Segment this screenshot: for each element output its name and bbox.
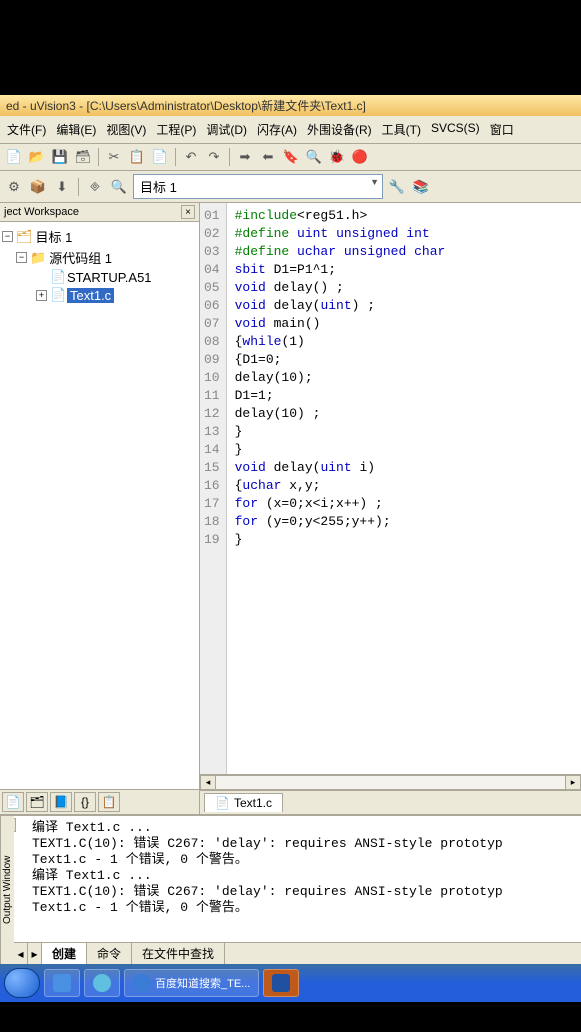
copy-icon[interactable]: 📋 [127, 147, 147, 167]
taskbar-item-ie[interactable]: 百度知道搜索_TE... [124, 969, 259, 997]
project-workspace-panel: ject Workspace × − 🗂 目标 1 − 📁 源代码组 1 📄 S… [0, 203, 200, 814]
build-icon[interactable]: ⚙ [4, 177, 24, 197]
target-select[interactable]: 目标 1 [133, 174, 383, 199]
c-file-icon: 📄 [50, 287, 64, 303]
menu-edit[interactable]: 编辑(E) [53, 119, 99, 140]
workspace-tab-bar: 📄 🗂 📘 {} 📋 [0, 789, 199, 814]
scroll-track[interactable] [216, 775, 565, 790]
editor-tab-bar: 📄 Text1.c [200, 790, 581, 814]
options-icon[interactable]: 🔧 [387, 177, 407, 197]
file-tab-label: Text1.c [234, 796, 272, 810]
func-tab-icon[interactable]: {} [74, 792, 96, 812]
photo-black-top [0, 0, 581, 95]
save-all-icon[interactable]: 🗃 [73, 147, 93, 167]
cut-icon[interactable]: ✂ [104, 147, 124, 167]
output-tab-bar: ◂ ▸ 创建 命令 在文件中查找 [14, 942, 581, 964]
workspace-title: ject Workspace [4, 206, 79, 218]
taskbar-item-label: 百度知道搜索_TE... [155, 975, 250, 991]
templ-tab-icon[interactable]: 📋 [98, 792, 120, 812]
tree-target-node[interactable]: − 🗂 目标 1 [2, 226, 197, 247]
output-text[interactable]: 编译 Text1.c ... TEXT1.C(10): 错误 C267: 'de… [14, 816, 581, 942]
taskbar-item-uvision[interactable] [263, 969, 299, 997]
tree-file-label: STARTUP.A51 [67, 270, 152, 285]
collapse-icon[interactable]: − [16, 252, 27, 263]
indent-icon[interactable]: ➡ [235, 147, 255, 167]
app-icon [53, 974, 71, 992]
bookmark-icon[interactable]: 🔖 [281, 147, 301, 167]
output-tab-scroll-right-icon[interactable]: ▸ [28, 943, 42, 964]
workspace-close-icon[interactable]: × [181, 205, 195, 219]
menu-tools[interactable]: 工具(T) [379, 119, 424, 140]
paste-icon[interactable]: 📄 [150, 147, 170, 167]
editor-horizontal-scrollbar[interactable]: ◂ ▸ [200, 774, 581, 790]
folder-icon: 📁 [30, 250, 46, 266]
debug-icon[interactable]: 🐞 [327, 147, 347, 167]
separator [78, 178, 79, 196]
windows-taskbar: 百度知道搜索_TE... [0, 964, 581, 1002]
save-icon[interactable]: 💾 [50, 147, 70, 167]
menu-debug[interactable]: 调试(D) [203, 119, 250, 140]
output-panel-label: Output Window [0, 816, 14, 964]
tree-group-node[interactable]: − 📁 源代码组 1 [2, 247, 197, 268]
scroll-left-icon[interactable]: ◂ [200, 775, 216, 790]
open-file-icon[interactable]: 📂 [27, 147, 47, 167]
output-tab-scroll-left-icon[interactable]: ◂ [14, 943, 28, 964]
project-tree[interactable]: − 🗂 目标 1 − 📁 源代码组 1 📄 STARTUP.A51 + 📄 Te… [0, 222, 199, 789]
menu-flash[interactable]: 闪存(A) [254, 119, 300, 140]
menu-file[interactable]: 文件(F) [4, 119, 49, 140]
app-icon [93, 974, 111, 992]
editor-file-tab[interactable]: 📄 Text1.c [204, 793, 283, 812]
separator [175, 148, 176, 166]
menu-view[interactable]: 视图(V) [103, 119, 149, 140]
tree-file-node[interactable]: 📄 STARTUP.A51 [2, 268, 197, 286]
ie-icon [133, 974, 151, 992]
stop-build-icon[interactable]: ⬇ [52, 177, 72, 197]
output-tab-find[interactable]: 在文件中查找 [132, 943, 225, 964]
target-icon: 🗂 [16, 229, 33, 245]
rebuild-icon[interactable]: 📦 [28, 177, 48, 197]
tree-file-label-selected: Text1.c [67, 288, 114, 303]
collapse-icon[interactable]: − [2, 231, 13, 242]
menu-bar: 文件(F) 编辑(E) 视图(V) 工程(P) 调试(D) 闪存(A) 外围设备… [0, 116, 581, 144]
expand-icon[interactable]: + [36, 290, 47, 301]
new-file-icon[interactable]: 📄 [4, 147, 24, 167]
output-tab-build[interactable]: 创建 [42, 943, 87, 964]
menu-project[interactable]: 工程(P) [153, 119, 199, 140]
outdent-icon[interactable]: ⬅ [258, 147, 278, 167]
tree-target-label: 目标 1 [36, 227, 73, 246]
files-tab-icon[interactable]: 📄 [2, 792, 24, 812]
menu-peripherals[interactable]: 外围设备(R) [304, 119, 375, 140]
manage-icon[interactable]: 📚 [411, 177, 431, 197]
menu-window[interactable]: 窗口 [487, 119, 517, 140]
menu-svcs[interactable]: SVCS(S) [428, 119, 483, 140]
file-tab-icon: 📄 [215, 796, 230, 810]
tree-file-node[interactable]: + 📄 Text1.c [2, 286, 197, 304]
taskbar-item[interactable] [84, 969, 120, 997]
taskbar-item[interactable] [44, 969, 80, 997]
regs-tab-icon[interactable]: 🗂 [26, 792, 48, 812]
download-icon[interactable]: 🞜 [85, 177, 105, 197]
undo-icon[interactable]: ↶ [181, 147, 201, 167]
breakpoint-icon[interactable]: 🔴 [350, 147, 370, 167]
target-options-icon[interactable]: 🔍 [109, 177, 129, 197]
photo-black-bottom [0, 1002, 581, 1032]
books-tab-icon[interactable]: 📘 [50, 792, 72, 812]
redo-icon[interactable]: ↷ [204, 147, 224, 167]
code-editor[interactable]: 01020304050607080910111213141516171819 #… [200, 203, 581, 774]
tree-group-label: 源代码组 1 [49, 248, 112, 267]
window-title: ed - uVision3 - [C:\Users\Administrator\… [0, 95, 581, 116]
code-content[interactable]: #include<reg51.h>#define uint unsigned i… [227, 203, 581, 774]
separator [98, 148, 99, 166]
scroll-right-icon[interactable]: ▸ [565, 775, 581, 790]
start-button[interactable] [4, 968, 40, 998]
line-number-gutter: 01020304050607080910111213141516171819 [200, 203, 227, 774]
separator [229, 148, 230, 166]
output-window: × Output Window 编译 Text1.c ... TEXT1.C(1… [0, 814, 581, 964]
toolbar-main: 📄 📂 💾 🗃 ✂ 📋 📄 ↶ ↷ ➡ ⬅ 🔖 🔍 🐞 🔴 [0, 144, 581, 171]
uvision-icon [272, 974, 290, 992]
find-icon[interactable]: 🔍 [304, 147, 324, 167]
output-tab-command[interactable]: 命令 [87, 943, 132, 964]
toolbar-build: ⚙ 📦 ⬇ 🞜 🔍 目标 1 🔧 📚 [0, 171, 581, 203]
asm-file-icon: 📄 [50, 269, 64, 285]
